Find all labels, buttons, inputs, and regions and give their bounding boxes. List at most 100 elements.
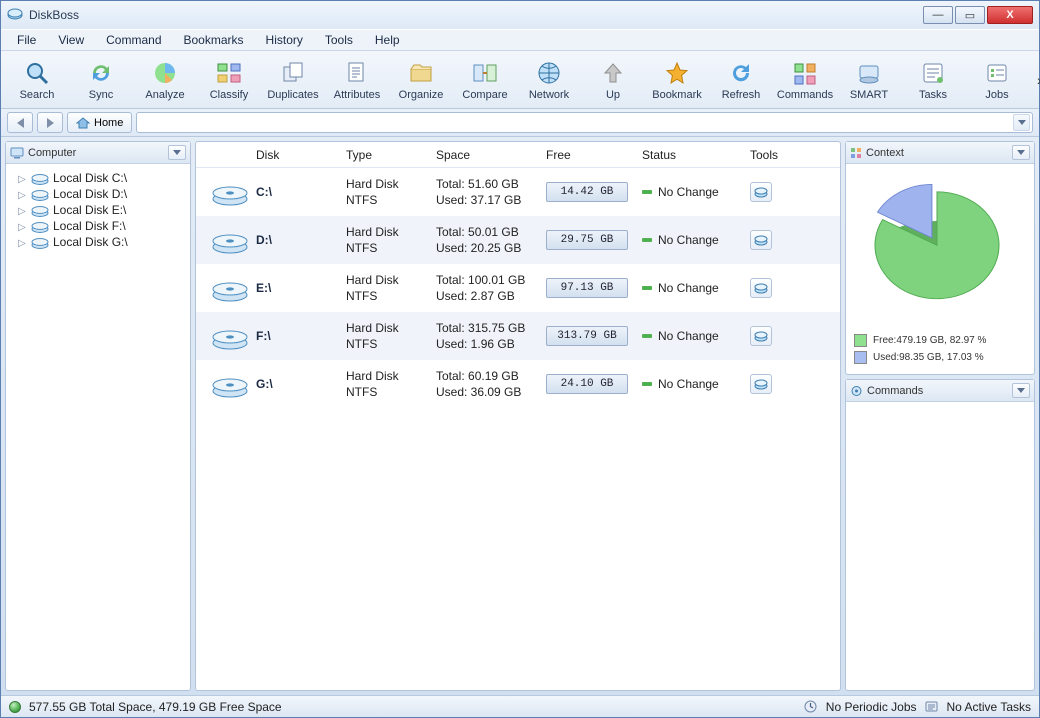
- toolbar-bookmark-button[interactable]: Bookmark: [645, 53, 709, 107]
- minimize-button[interactable]: —: [923, 6, 953, 24]
- disk-free-badge[interactable]: 313.79 GB: [546, 326, 628, 346]
- col-free[interactable]: Free: [546, 148, 642, 162]
- toolbar-label: Up: [606, 89, 620, 101]
- nav-back-button[interactable]: [7, 112, 33, 133]
- tree-item[interactable]: ▷Local Disk E:\: [10, 202, 186, 218]
- context-menu-button[interactable]: [1012, 145, 1030, 160]
- tree-item[interactable]: ▷Local Disk F:\: [10, 218, 186, 234]
- expand-icon[interactable]: ▷: [18, 222, 27, 231]
- sync-icon: [87, 59, 115, 87]
- disk-free-badge[interactable]: 29.75 GB: [546, 230, 628, 250]
- disk-space: Total: 100.01 GBUsed: 2.87 GB: [436, 272, 546, 304]
- disk-tools-button[interactable]: [750, 278, 772, 298]
- disk-tools-button[interactable]: [750, 182, 772, 202]
- disk-free-badge[interactable]: 14.42 GB: [546, 182, 628, 202]
- toolbar-compare-button[interactable]: Compare: [453, 53, 517, 107]
- col-type[interactable]: Type: [346, 148, 436, 162]
- app-icon: [7, 7, 23, 23]
- titlebar[interactable]: DiskBoss — ▭ X: [1, 1, 1039, 29]
- toolbar-organize-button[interactable]: Organize: [389, 53, 453, 107]
- disk-tree[interactable]: ▷Local Disk C:\▷Local Disk D:\▷Local Dis…: [6, 164, 190, 256]
- disk-free-badge[interactable]: 24.10 GB: [546, 374, 628, 394]
- swatch-free: [854, 334, 867, 347]
- app-window: DiskBoss — ▭ X File View Command Bookmar…: [0, 0, 1040, 718]
- col-tools[interactable]: Tools: [750, 148, 804, 162]
- sidebar-menu-button[interactable]: [168, 145, 186, 160]
- context-panel: Context Free:479.19 GB, 82.97 % Used:98.…: [845, 141, 1035, 375]
- toolbar-refresh-button[interactable]: Refresh: [709, 53, 773, 107]
- disk-row[interactable]: G:\Hard DiskNTFSTotal: 60.19 GBUsed: 36.…: [196, 360, 840, 408]
- toolbar-overflow[interactable]: »: [1029, 72, 1040, 88]
- disk-tools-button[interactable]: [750, 230, 772, 250]
- disk-tools-button[interactable]: [750, 326, 772, 346]
- disk-status: No Change: [642, 233, 750, 247]
- menu-help[interactable]: Help: [365, 31, 410, 49]
- commands-menu-button[interactable]: [1012, 383, 1030, 398]
- expand-icon[interactable]: ▷: [18, 206, 27, 215]
- close-button[interactable]: X: [987, 6, 1033, 24]
- menu-bookmarks[interactable]: Bookmarks: [174, 31, 254, 49]
- sidebar-header: Computer: [6, 142, 190, 164]
- toolbar-tasks-button[interactable]: Tasks: [901, 53, 965, 107]
- search-icon: [23, 59, 51, 87]
- status-periodic: No Periodic Jobs: [826, 700, 917, 714]
- expand-icon[interactable]: ▷: [18, 238, 27, 247]
- col-status[interactable]: Status: [642, 148, 750, 162]
- toolbar-jobs-button[interactable]: Jobs: [965, 53, 1029, 107]
- disk-free-badge[interactable]: 97.13 GB: [546, 278, 628, 298]
- disk-type: Hard DiskNTFS: [346, 368, 436, 400]
- refresh-icon: [727, 59, 755, 87]
- nav-forward-button[interactable]: [37, 112, 63, 133]
- menu-command[interactable]: Command: [96, 31, 171, 49]
- disk-name: D:\: [256, 233, 346, 247]
- toolbar-analyze-button[interactable]: Analyze: [133, 53, 197, 107]
- disk-status: No Change: [642, 329, 750, 343]
- disk-icon: [31, 187, 49, 201]
- arrow-right-icon: [47, 118, 54, 128]
- bookmark-icon: [663, 59, 691, 87]
- disk-type: Hard DiskNTFS: [346, 320, 436, 352]
- toolbar-attributes-button[interactable]: Attributes: [325, 53, 389, 107]
- main-area: Computer ▷Local Disk C:\▷Local Disk D:\▷…: [1, 137, 1039, 695]
- status-bar: 577.55 GB Total Space, 479.19 GB Free Sp…: [1, 695, 1039, 717]
- tree-item[interactable]: ▷Local Disk C:\: [10, 170, 186, 186]
- disk-tools-button[interactable]: [750, 374, 772, 394]
- toolbar-label: Sync: [89, 89, 113, 101]
- address-input[interactable]: [136, 112, 1033, 133]
- toolbar-commands-button[interactable]: Commands: [773, 53, 837, 107]
- disk-row[interactable]: F:\Hard DiskNTFSTotal: 315.75 GBUsed: 1.…: [196, 312, 840, 360]
- network-icon: [535, 59, 563, 87]
- chevron-down-icon: [173, 150, 181, 155]
- disk-list-panel: Disk Type Space Free Status Tools C:\Har…: [195, 141, 841, 691]
- menu-history[interactable]: History: [256, 31, 313, 49]
- col-space[interactable]: Space: [436, 148, 546, 162]
- menu-view[interactable]: View: [48, 31, 94, 49]
- address-dropdown[interactable]: [1013, 114, 1030, 131]
- menu-file[interactable]: File: [7, 31, 46, 49]
- col-disk[interactable]: Disk: [256, 148, 346, 162]
- tree-item[interactable]: ▷Local Disk G:\: [10, 234, 186, 250]
- expand-icon[interactable]: ▷: [18, 174, 27, 183]
- toolbar-up-button[interactable]: Up: [581, 53, 645, 107]
- commands-header: Commands: [846, 380, 1034, 402]
- maximize-button[interactable]: ▭: [955, 6, 985, 24]
- toolbar-label: Refresh: [722, 89, 761, 101]
- toolbar-classify-button[interactable]: Classify: [197, 53, 261, 107]
- gear-icon: [850, 385, 863, 397]
- toolbar-duplicates-button[interactable]: Duplicates: [261, 53, 325, 107]
- toolbar-network-button[interactable]: Network: [517, 53, 581, 107]
- disk-space: Total: 60.19 GBUsed: 36.09 GB: [436, 368, 546, 400]
- toolbar-search-button[interactable]: Search: [5, 53, 69, 107]
- toolbar-smart-button[interactable]: SMART: [837, 53, 901, 107]
- disk-space: Total: 50.01 GBUsed: 20.25 GB: [436, 224, 546, 256]
- tree-item[interactable]: ▷Local Disk D:\: [10, 186, 186, 202]
- disk-row[interactable]: D:\Hard DiskNTFSTotal: 50.01 GBUsed: 20.…: [196, 216, 840, 264]
- menubar: File View Command Bookmarks History Tool…: [1, 29, 1039, 51]
- expand-icon[interactable]: ▷: [18, 190, 27, 199]
- menu-tools[interactable]: Tools: [315, 31, 363, 49]
- disk-row[interactable]: E:\Hard DiskNTFSTotal: 100.01 GBUsed: 2.…: [196, 264, 840, 312]
- nav-home-button[interactable]: Home: [67, 112, 132, 133]
- toolbar-label: Duplicates: [267, 89, 318, 101]
- disk-row[interactable]: C:\Hard DiskNTFSTotal: 51.60 GBUsed: 37.…: [196, 168, 840, 216]
- toolbar-sync-button[interactable]: Sync: [69, 53, 133, 107]
